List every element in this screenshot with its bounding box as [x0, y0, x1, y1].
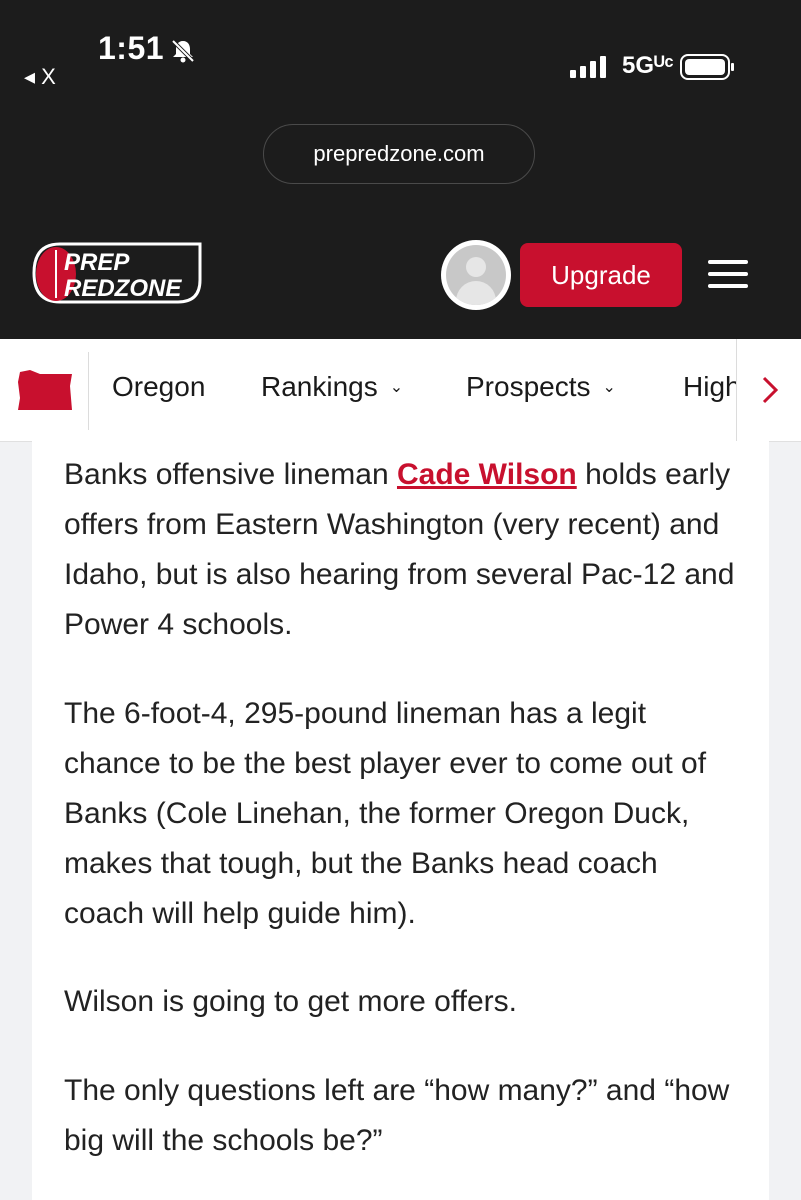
article-paragraph: Wilson is going to get more offers. [64, 985, 517, 1018]
bell-muted-icon [171, 39, 195, 63]
chevron-down-icon: ⌄ [389, 379, 404, 396]
nav-item-label: Prospects [466, 371, 591, 402]
avatar-placeholder-icon [446, 245, 506, 305]
back-to-app-link[interactable]: ◂ X [24, 64, 56, 90]
hamburger-menu-icon[interactable] [708, 260, 748, 290]
article-paragraph: The 6-foot-4, 295-pound lineman has a le… [64, 697, 707, 930]
chevron-down-icon: ⌄ [602, 379, 616, 396]
status-time: 1:51 [98, 30, 165, 66]
nav-item-high[interactable]: High [683, 371, 736, 403]
network-type: 5Gᵁᶜ [622, 52, 674, 79]
top-bar: 1:51 ◂ X 5Gᵁᶜ prepredzone.com PREP REDZO… [0, 0, 801, 339]
nav-divider [88, 352, 89, 430]
prep-redzone-logo[interactable]: PREP REDZONE [30, 240, 208, 306]
nav-item-label: Rankings [261, 371, 378, 402]
nav-scroll-right-button[interactable] [736, 339, 801, 441]
article-paragraph: Banks offensive lineman Cade Wilson hold… [64, 458, 735, 641]
nav-item-rankings[interactable]: Rankings ⌄ [261, 371, 403, 403]
user-avatar[interactable] [441, 240, 511, 310]
nav-item-oregon[interactable]: Oregon [112, 371, 205, 403]
player-link-cade-wilson[interactable]: Cade Wilson [397, 458, 577, 491]
logo-line2: REDZONE [64, 275, 182, 302]
address-bar[interactable]: prepredzone.com [263, 124, 535, 184]
battery-icon [680, 54, 734, 80]
chevron-right-icon [762, 376, 778, 404]
nav-item-prospects[interactable]: Prospects ⌄ [466, 371, 616, 403]
oregon-state-icon[interactable] [16, 368, 74, 412]
cellular-signal-icon [570, 56, 606, 78]
article-paragraph: The only questions left are “how many?” … [64, 1074, 730, 1157]
upgrade-button[interactable]: Upgrade [520, 243, 682, 307]
logo-line1: PREP [64, 249, 130, 276]
